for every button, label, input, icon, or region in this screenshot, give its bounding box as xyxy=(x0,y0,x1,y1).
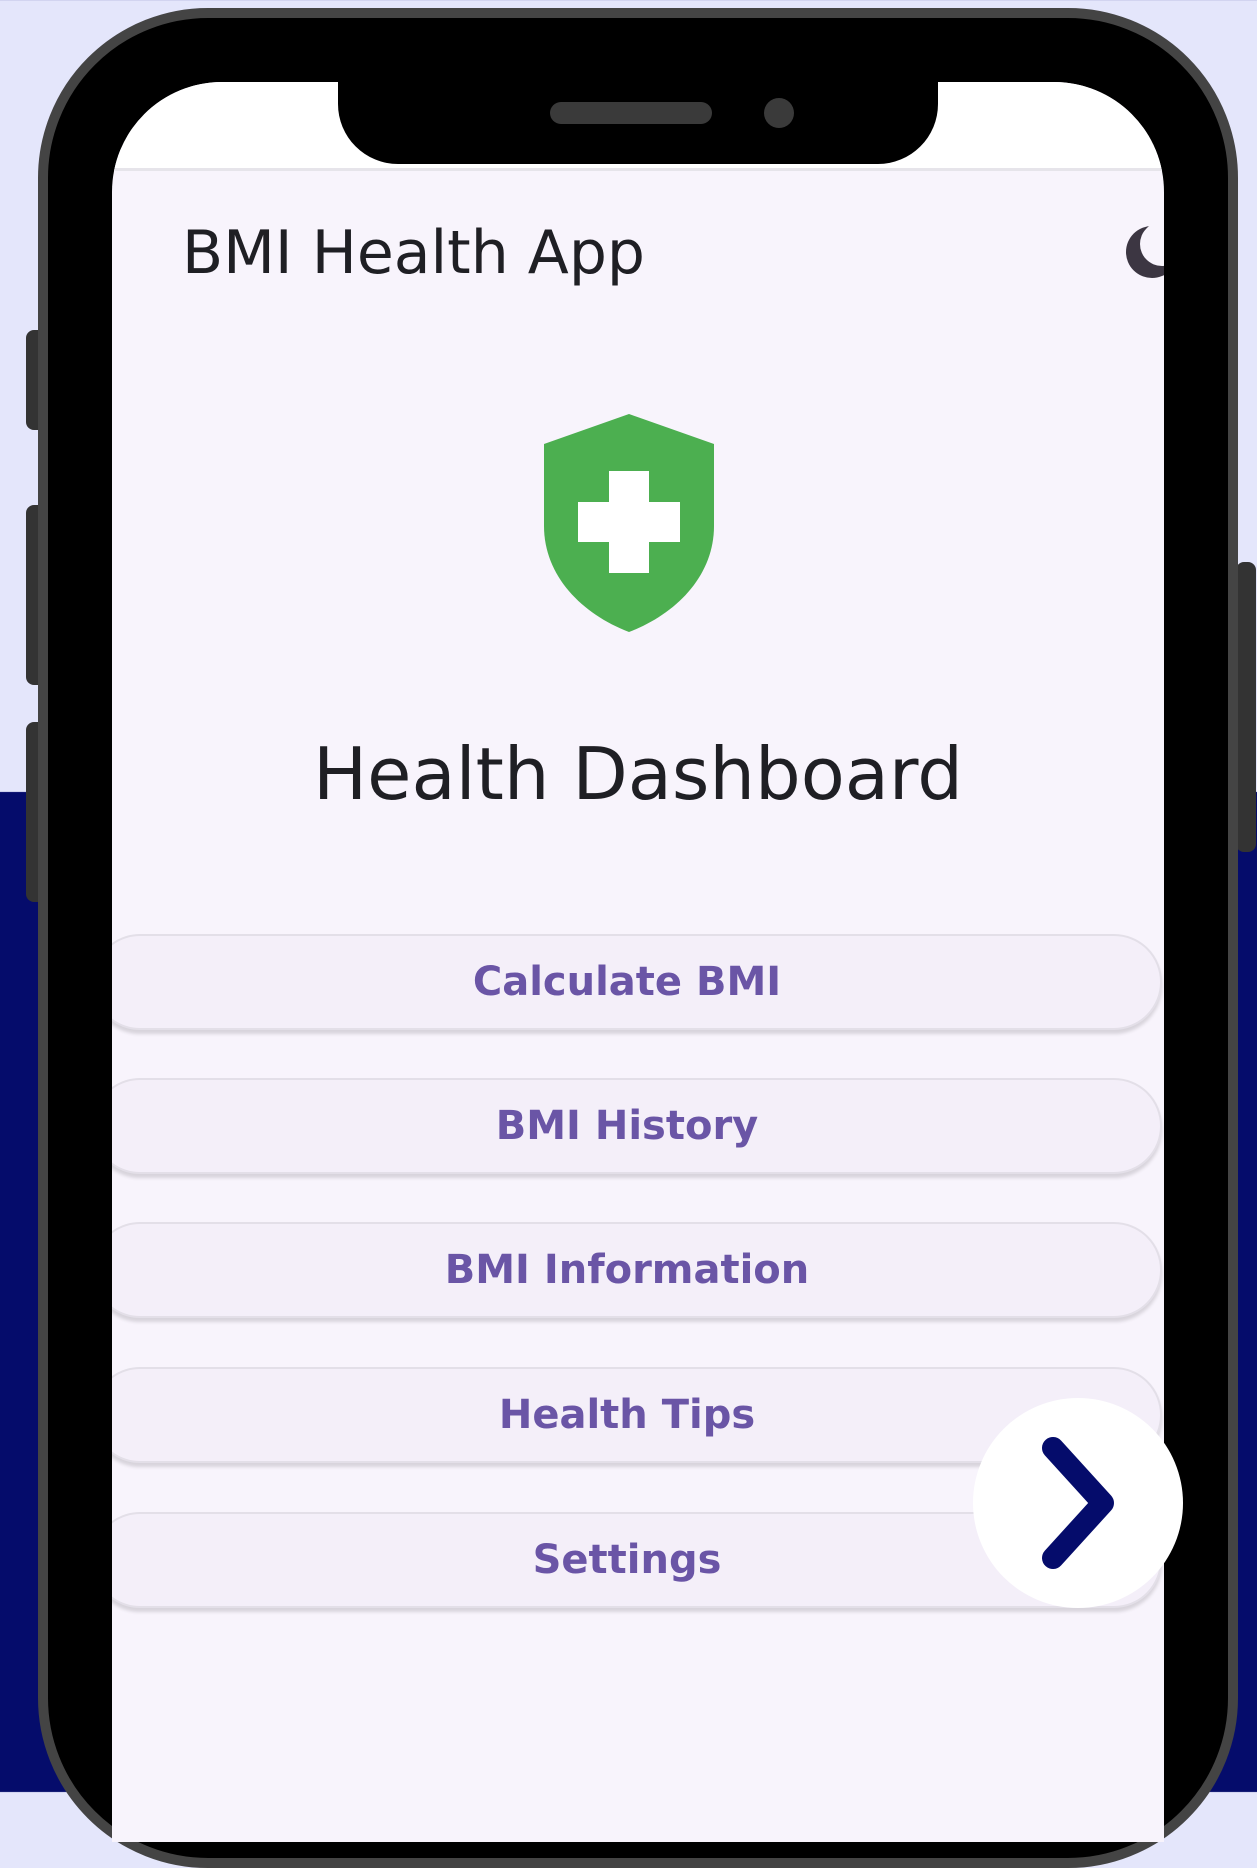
next-button[interactable] xyxy=(973,1398,1183,1608)
phone-notch xyxy=(338,74,938,164)
calculate-bmi-button[interactable]: Calculate BMI xyxy=(112,934,1162,1030)
chevron-right-icon xyxy=(1042,1437,1114,1569)
phone-side-button xyxy=(1236,562,1256,852)
moon-icon[interactable] xyxy=(1122,222,1164,282)
front-camera xyxy=(764,98,794,128)
bmi-history-button[interactable]: BMI History xyxy=(112,1078,1162,1174)
speaker-grille xyxy=(550,102,712,124)
app-title: BMI Health App xyxy=(182,218,646,288)
bmi-information-button[interactable]: BMI Information xyxy=(112,1222,1162,1318)
shield-plus-icon xyxy=(544,414,714,632)
dashboard-title: Health Dashboard xyxy=(313,732,963,816)
